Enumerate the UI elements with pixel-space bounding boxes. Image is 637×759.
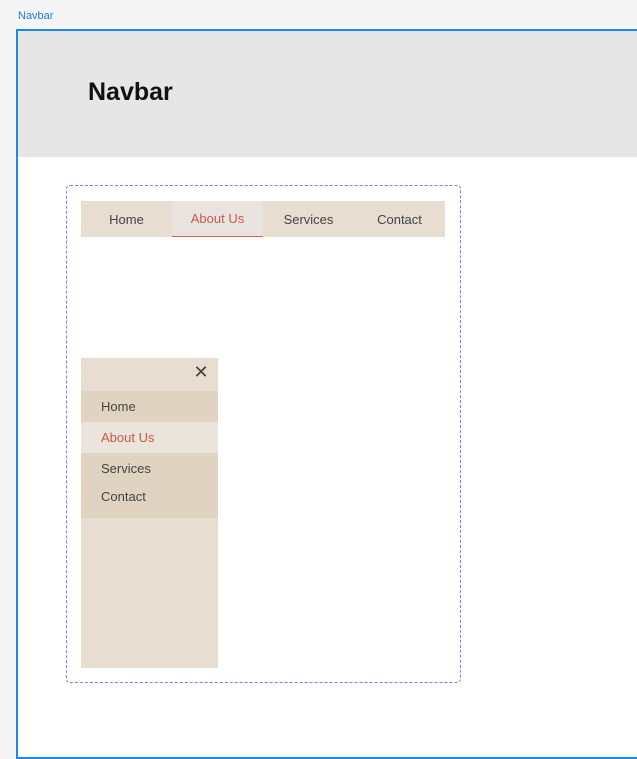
- frame-label: Navbar: [18, 10, 54, 22]
- nav-item-home[interactable]: Home: [81, 201, 172, 237]
- nav-item-contact[interactable]: Contact: [354, 201, 445, 237]
- drawer-item-about-us[interactable]: About Us: [81, 422, 218, 453]
- nav-item-about-us[interactable]: About Us: [172, 201, 263, 237]
- horizontal-navbar: Home About Us Services Contact: [81, 201, 445, 237]
- page-title: Navbar: [88, 78, 173, 106]
- drawer-menu-list: Home About Us Services Contact: [81, 391, 218, 518]
- vertical-drawer-navbar: ✕ Home About Us Services Contact: [81, 358, 218, 668]
- nav-item-services[interactable]: Services: [263, 201, 354, 237]
- page-header: Navbar: [18, 31, 637, 157]
- drawer-item-contact[interactable]: Contact: [81, 484, 218, 510]
- close-icon[interactable]: ✕: [192, 363, 210, 381]
- drawer-item-services[interactable]: Services: [81, 453, 218, 484]
- drawer-item-home[interactable]: Home: [81, 391, 218, 422]
